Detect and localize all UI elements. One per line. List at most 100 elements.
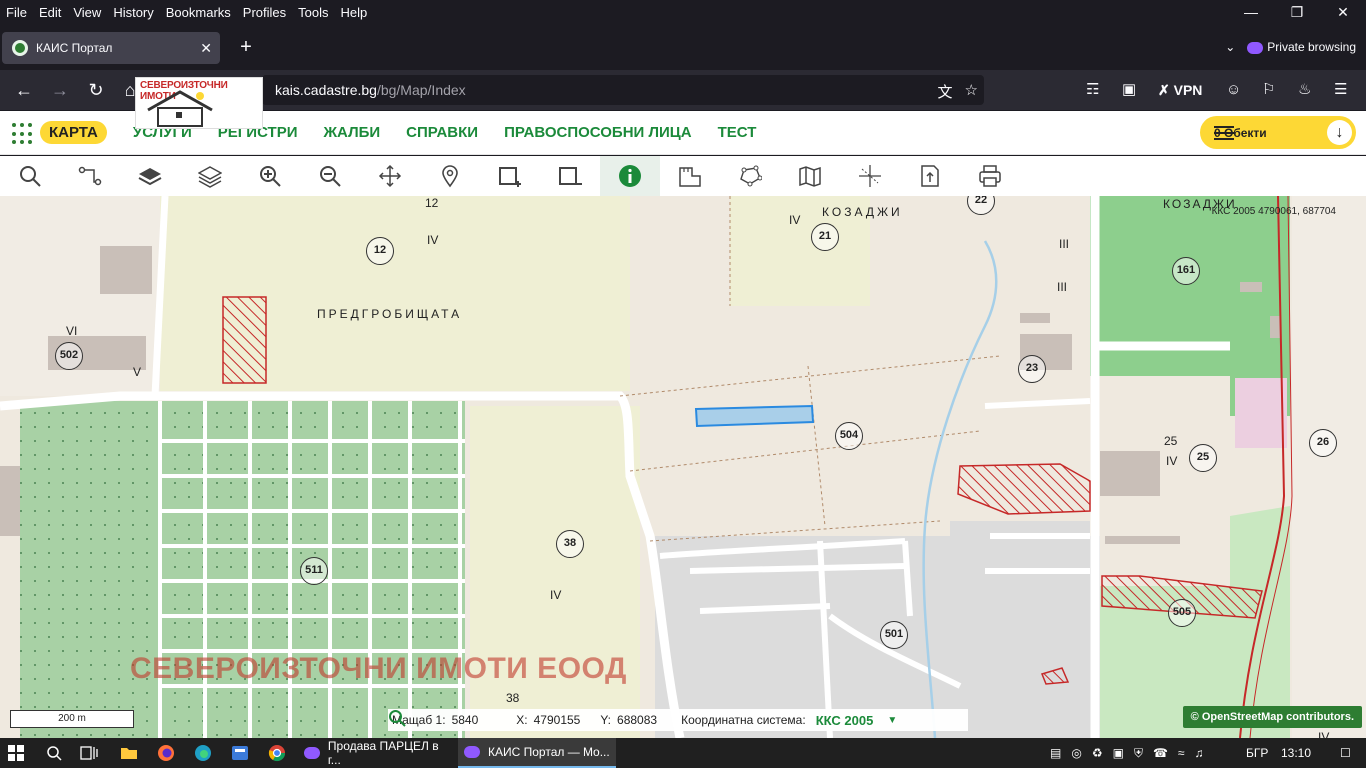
map-canvas[interactable]: ПРЕДГРОБИЩАТА КОЗАДЖИ КОЗАДЖИ ККС 2005 4… (0, 196, 1366, 738)
nav-complaints[interactable]: ЖАЛБИ (324, 124, 381, 141)
menu-bookmarks[interactable]: Bookmarks (160, 5, 237, 20)
layers-filled-icon (138, 168, 162, 186)
shield-icon[interactable]: ⛨ (1134, 746, 1143, 761)
vpn-button[interactable]: ✗ VPN (1158, 78, 1202, 102)
new-tab-button[interactable]: + (234, 36, 258, 60)
start-button[interactable] (8, 738, 24, 768)
menu-history[interactable]: History (107, 5, 159, 20)
parcel-circle[interactable]: 502 (55, 342, 83, 370)
nav-licensed[interactable]: ПРАВОСПОСОБНИ ЛИЦА (504, 124, 692, 141)
language-indicator[interactable]: БГР (1246, 738, 1268, 768)
tray-icon-5[interactable]: ☎ (1153, 746, 1168, 760)
parcel-circle[interactable]: 504 (835, 422, 863, 450)
bookmark-star-icon[interactable]: ☆ (965, 81, 978, 102)
search-tool[interactable] (0, 156, 60, 196)
crs-dropdown-icon[interactable]: ▼ (887, 715, 897, 726)
restore-button[interactable]: ❐ (1274, 0, 1320, 24)
parcel-circle[interactable]: 25 (1189, 444, 1217, 472)
parcel-circle[interactable]: 501 (880, 621, 908, 649)
menu-help[interactable]: Help (335, 5, 374, 20)
layers-outline-tool[interactable] (180, 156, 240, 196)
select-add-tool[interactable] (480, 156, 540, 196)
extensions-icon[interactable]: ⚐ (1262, 78, 1275, 102)
chrome-button[interactable] (268, 738, 286, 768)
select-remove-tool[interactable] (540, 156, 600, 196)
osm-attribution[interactable]: © OpenStreetMap contributors. (1182, 706, 1362, 728)
app-menu-icon[interactable]: ☰ (1334, 78, 1347, 102)
layers-tool[interactable] (120, 156, 180, 196)
objects-button[interactable]: 0 Обекти ↓ (1200, 116, 1356, 149)
file-explorer-button[interactable] (120, 738, 138, 768)
close-window-button[interactable]: ✕ (1320, 0, 1366, 24)
location-tool[interactable] (420, 156, 480, 196)
menu-view[interactable]: View (67, 5, 107, 20)
url-bar[interactable]: kais.cadastre.bg/bg/Map/Index 文 ☆ (262, 75, 984, 105)
nav-map[interactable]: КАРТА (40, 121, 107, 144)
taskbar: Продава ПАРЦЕЛ в г... КАИС Портал — Mo..… (0, 738, 1366, 768)
filter-tool[interactable] (60, 156, 120, 196)
map-pin-icon (442, 165, 458, 188)
close-tab-icon[interactable]: ✕ (200, 40, 212, 57)
parcel-circle[interactable]: 38 (556, 530, 584, 558)
coordinates-tool[interactable] (840, 156, 900, 196)
account-icon[interactable]: ☺ (1226, 78, 1241, 102)
taskbar-app-title: Продава ПАРЦЕЛ в г... (327, 739, 439, 767)
parcel-circle[interactable]: 505 (1168, 599, 1196, 627)
forward-button[interactable]: → (48, 78, 72, 102)
minimize-button[interactable]: — (1228, 0, 1274, 24)
apps-grid-icon[interactable] (12, 123, 34, 145)
crs-select[interactable]: ККС 2005 (816, 713, 874, 728)
menu-file[interactable]: File (0, 5, 33, 20)
translate-icon[interactable]: 文 (938, 81, 953, 102)
sidebar-icon[interactable]: ▣ (1122, 78, 1136, 102)
parcel-circle[interactable]: 12 (366, 237, 394, 265)
basemap-tool[interactable] (780, 156, 840, 196)
reload-button[interactable]: ↻ (84, 78, 108, 102)
info-tool[interactable] (600, 156, 660, 196)
tray-icon-4[interactable]: ▣ (1113, 746, 1124, 760)
roman-label: IV (550, 588, 562, 602)
info-icon (619, 165, 641, 187)
zoom-out-tool[interactable] (300, 156, 360, 196)
task-view-button[interactable] (80, 738, 98, 768)
export-tool[interactable] (900, 156, 960, 196)
library-icon[interactable]: ☶ (1086, 78, 1099, 102)
taskbar-app-listing[interactable]: Продава ПАРЦЕЛ в г... (298, 738, 454, 768)
nav-test[interactable]: ТЕСТ (718, 124, 757, 141)
menu-tools[interactable]: Tools (292, 5, 334, 20)
menu-edit[interactable]: Edit (33, 5, 67, 20)
pan-tool[interactable] (360, 156, 420, 196)
firefox-button[interactable] (157, 738, 175, 768)
tab-kais[interactable]: КАИС Портал ✕ (2, 32, 220, 64)
app-button[interactable] (231, 738, 249, 768)
kks-readout: ККС 2005 4790061, 687704 (1211, 206, 1336, 217)
fire-icon[interactable]: ♨ (1298, 78, 1311, 102)
tray-icon-1[interactable]: ▤ (1050, 746, 1061, 760)
edge-button[interactable] (194, 738, 212, 768)
parcel-circle[interactable]: 161 (1172, 257, 1200, 285)
calculator-icon (232, 746, 248, 760)
wifi-icon[interactable]: ≈ (1178, 746, 1185, 760)
back-button[interactable]: ← (12, 78, 36, 102)
parcel-circle[interactable]: 511 (300, 557, 328, 585)
volume-icon[interactable]: ♫ (1195, 746, 1204, 760)
taskbar-search-button[interactable] (46, 738, 62, 768)
notifications-icon[interactable]: ☐ (1340, 738, 1351, 768)
measure-tool[interactable] (660, 156, 720, 196)
taskbar-app-kais[interactable]: КАИС Портал — Mo... (458, 738, 616, 768)
parcel-circle[interactable]: 21 (811, 223, 839, 251)
list-tabs-icon[interactable]: ⌄ (1225, 40, 1235, 54)
menu-profiles[interactable]: Profiles (237, 5, 292, 20)
zoom-in-tool[interactable] (240, 156, 300, 196)
tray-icon-3[interactable]: ♻ (1092, 746, 1103, 760)
clock[interactable]: 13:10 (1281, 738, 1311, 768)
print-tool[interactable] (960, 156, 1020, 196)
nav-reports[interactable]: СПРАВКИ (406, 124, 478, 141)
parcel-circle[interactable]: 23 (1018, 355, 1046, 383)
scale-value: 5840 (451, 713, 479, 727)
printer-icon (979, 165, 1001, 187)
polygon-tool[interactable] (720, 156, 780, 196)
url-path: /bg/Map/Index (376, 82, 466, 98)
parcel-circle[interactable]: 26 (1309, 429, 1337, 457)
tray-icon-2[interactable]: ◎ (1071, 746, 1081, 760)
